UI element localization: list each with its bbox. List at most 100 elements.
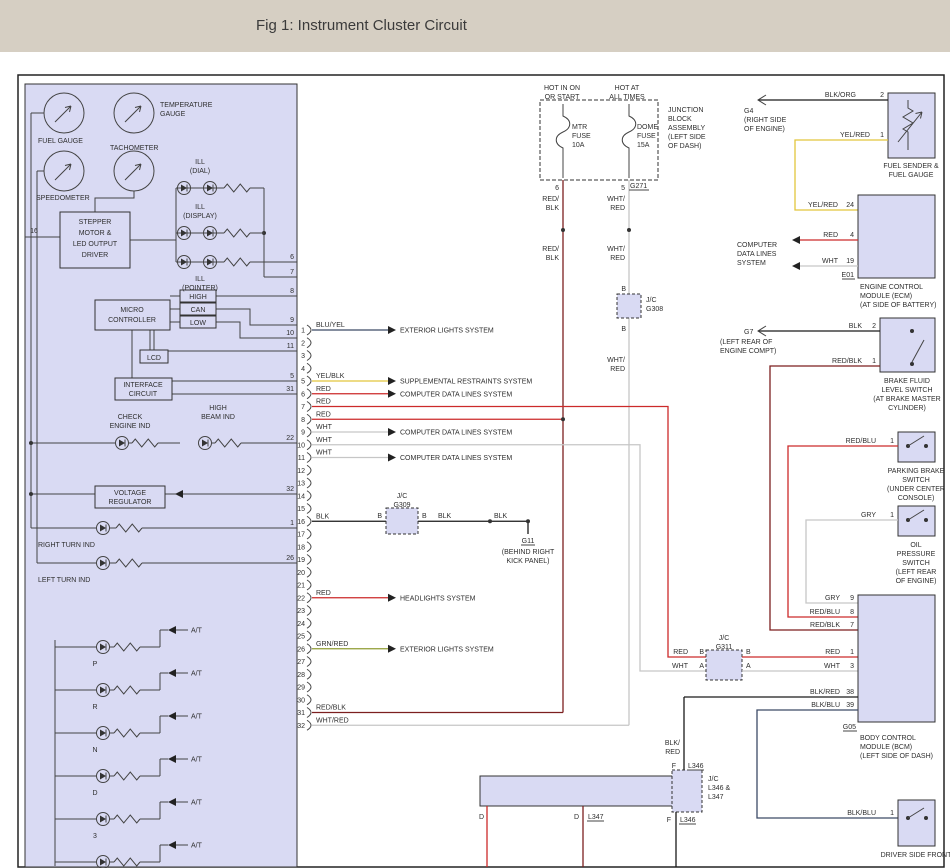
wire-color-label: RED/BLU — [810, 609, 840, 616]
connector-pin-bracket — [307, 351, 311, 361]
can-low-label: LOW — [190, 320, 206, 327]
terminal-label: F — [667, 817, 671, 824]
left-arrow-icon — [792, 262, 800, 270]
connector-pin-number: 20 — [297, 570, 305, 577]
pin-number: 1 — [850, 649, 854, 656]
diagram-line — [29, 441, 33, 445]
connector-pin-number: 21 — [297, 583, 305, 590]
wire-color-label: RED — [316, 386, 331, 393]
connector-pin-bracket — [307, 440, 311, 450]
connector-pin-number: 17 — [297, 532, 305, 539]
connector-pin-number: 10 — [297, 442, 305, 449]
connector-pin-bracket — [307, 657, 311, 667]
junction-label: J/C — [646, 297, 657, 304]
voltage-regulator-label: REGULATOR — [109, 499, 152, 506]
diagram-line — [312, 407, 706, 658]
connector-pin-bracket — [307, 580, 311, 590]
connector-pin-bracket — [307, 529, 311, 539]
cluster-pin-number: 10 — [286, 330, 294, 337]
ground-ref: G271 — [630, 183, 647, 190]
terminal-label: A — [746, 663, 751, 670]
pin-number: 6 — [555, 185, 559, 192]
terminal-label: B — [699, 649, 704, 656]
connector-pin-bracket — [307, 478, 311, 488]
wire-color-label: BLK/RED — [810, 689, 840, 696]
connector-pin-bracket — [307, 453, 311, 463]
right-arrow-icon — [388, 377, 396, 385]
fuse-label: FUSE — [572, 133, 591, 140]
right-arrow-icon — [388, 645, 396, 653]
connector-pin-number: 14 — [297, 493, 305, 500]
connector-pin-number: 25 — [297, 634, 305, 641]
ill-label: (DISPLAY) — [183, 213, 217, 220]
location-label: KICK PANEL) — [506, 558, 549, 565]
wire-color-label: WHT — [824, 663, 841, 670]
cluster-pin-number: 32 — [286, 486, 294, 493]
diagram-line — [29, 492, 33, 496]
location-label: (RIGHT SIDE — [744, 117, 787, 124]
wire-color-label: WHT — [672, 663, 689, 670]
ground-ref: G4 — [744, 108, 753, 115]
wire-color-label: WHT — [822, 258, 839, 265]
wire-color-label: WHT — [316, 437, 333, 444]
system-label: COMPUTER DATA LINES SYSTEM — [400, 430, 512, 437]
connector-pin-bracket — [307, 491, 311, 501]
diagram-line — [757, 710, 898, 818]
wire-color-label: BLK — [849, 323, 863, 330]
connector-pin-number: 7 — [301, 404, 305, 411]
cluster-pin-number: 22 — [286, 435, 294, 442]
connector-pin-number: 23 — [297, 608, 305, 615]
wire-color-label: RED — [316, 411, 331, 418]
wire-color-label: RED — [610, 366, 625, 373]
wire-color-label: RED — [610, 205, 625, 212]
brake-fluid-switch-box — [880, 318, 935, 372]
connector-pin-bracket — [307, 631, 311, 641]
connector-pin-number: 28 — [297, 672, 305, 679]
wire-color-label: WHT/ — [607, 357, 625, 364]
connector-pin-bracket — [307, 695, 311, 705]
pin-number: 8 — [850, 609, 854, 616]
junction-block-box — [540, 100, 658, 180]
stepper-label: LED OUTPUT — [73, 241, 118, 248]
junction-label: G308 — [646, 306, 663, 313]
component-label: (LEFT REAR — [896, 569, 937, 576]
connector-pin-bracket — [307, 376, 311, 386]
junction-label: G311 — [716, 644, 733, 651]
connector-pin-bracket — [307, 555, 311, 565]
pin-number: 1 — [880, 132, 884, 139]
connector-pin-number: 13 — [297, 481, 305, 488]
component-label: FUEL SENDER & — [883, 163, 939, 170]
diagram-line — [910, 329, 914, 333]
connector-pin-bracket — [307, 644, 311, 654]
junction-block-label: OF DASH) — [668, 143, 701, 150]
junction-connector-g311 — [706, 650, 742, 680]
system-label: SYSTEM — [737, 260, 766, 267]
component-label: CONSOLE) — [898, 495, 935, 502]
temperature-gauge-label: TEMPERATURE — [160, 102, 213, 109]
wire-color-label: RED/ — [542, 196, 559, 203]
connector-pin-bracket — [307, 516, 311, 526]
terminal-label: A — [699, 663, 704, 670]
component-label: ENGINE CONTROL — [860, 284, 923, 291]
diagram-line — [627, 228, 631, 232]
wire-color-label: BLK — [316, 513, 330, 520]
pin-number: 5 — [621, 185, 625, 192]
wire-color-label: YEL/RED — [840, 132, 870, 139]
oil-pressure-switch-box — [898, 506, 935, 536]
connector-pin-number: 15 — [297, 506, 305, 513]
component-label: SWITCH — [902, 560, 930, 567]
connector-pin-bracket — [307, 606, 311, 616]
connector-pin-bracket — [307, 708, 311, 718]
micro-controller-label: CONTROLLER — [108, 317, 156, 324]
right-arrow-icon — [388, 428, 396, 436]
terminal-label: D — [574, 814, 579, 821]
connector-pin-number: 9 — [301, 430, 305, 437]
diagram-line — [910, 362, 914, 366]
high-beam-label: BEAM IND — [201, 414, 235, 421]
cluster-pin-number: 11 — [287, 343, 294, 350]
pin-number: 1 — [890, 512, 894, 519]
component-label: MODULE (BCM) — [860, 744, 912, 751]
connector-pin-number: 27 — [297, 659, 305, 666]
component-label: SWITCH — [902, 477, 930, 484]
component-label: BRAKE FLUID — [884, 378, 930, 385]
